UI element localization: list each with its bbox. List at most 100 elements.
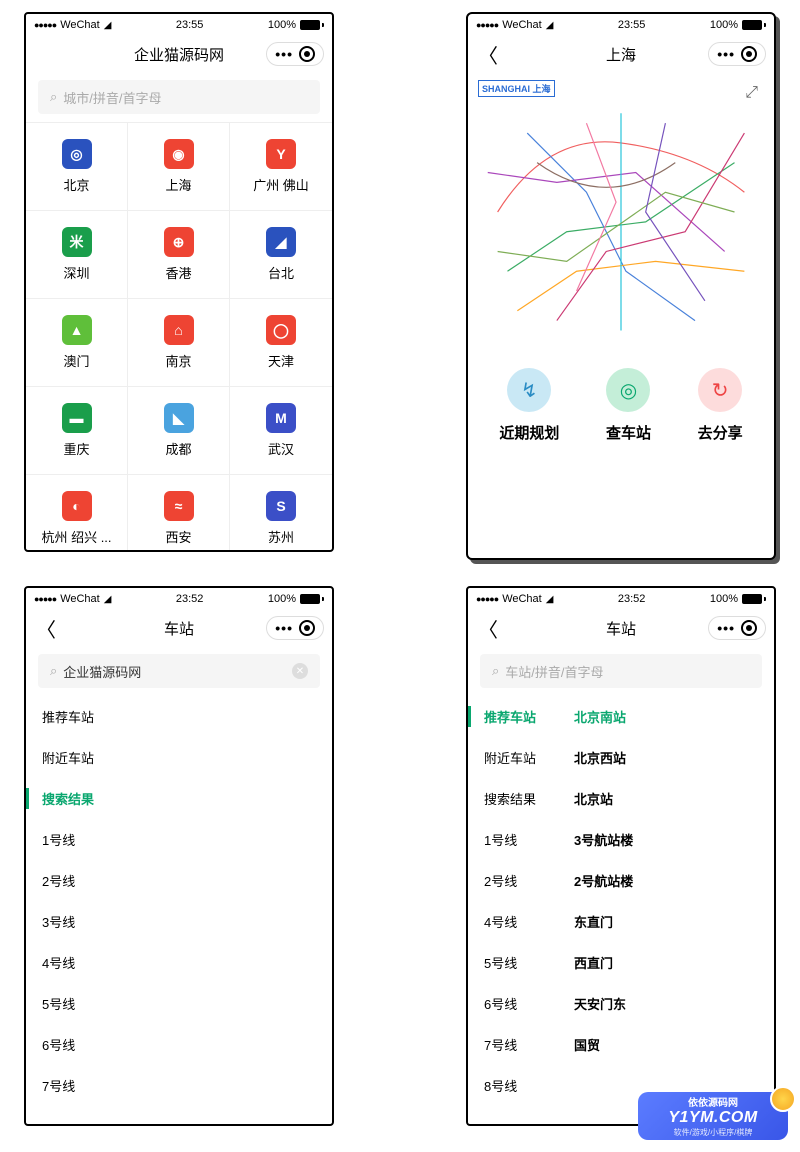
expand-icon[interactable]: ⤢: [745, 84, 758, 102]
station-row[interactable]: 6号线天安门东: [468, 983, 774, 1024]
city-cell[interactable]: S苏州: [230, 475, 332, 552]
back-button[interactable]: 〈: [478, 614, 498, 643]
city-cell[interactable]: ◉上海: [128, 123, 230, 211]
category-item[interactable]: 推荐车站: [26, 696, 332, 737]
category-label: 搜索结果: [42, 789, 94, 808]
page-title: 企业猫源码网: [134, 44, 224, 65]
category-item[interactable]: 6号线: [26, 1024, 332, 1065]
city-cell[interactable]: ▬重庆: [26, 387, 128, 475]
category-item[interactable]: 4号线: [26, 942, 332, 983]
station-row[interactable]: 4号线东直门: [468, 901, 774, 942]
station-row[interactable]: 搜索结果北京站: [468, 778, 774, 819]
more-icon[interactable]: •••: [717, 620, 735, 636]
station-row[interactable]: 1号线3号航站楼: [468, 819, 774, 860]
category-item[interactable]: 搜索结果: [26, 778, 332, 819]
search-placeholder: 车站/拼音/首字母: [505, 662, 603, 681]
city-cell[interactable]: ▲澳门: [26, 299, 128, 387]
station-row[interactable]: 推荐车站北京南站: [468, 696, 774, 737]
status-bar: ●●●●● WeChat ◢ 23:52 100%: [468, 588, 774, 610]
city-cell[interactable]: 米深圳: [26, 211, 128, 299]
search-input[interactable]: ⌕ 企业猫源码网 ✕: [38, 654, 320, 688]
city-icon: ≈: [164, 491, 194, 521]
city-cell[interactable]: ◢台北: [230, 211, 332, 299]
station-row[interactable]: 2号线2号航站楼: [468, 860, 774, 901]
city-icon: ⊕: [164, 227, 194, 257]
more-icon[interactable]: •••: [275, 620, 293, 636]
metro-map[interactable]: SHANGHAI 上海 ⤢: [468, 72, 774, 352]
category-item[interactable]: 7号线: [26, 1065, 332, 1106]
action-item[interactable]: ↯近期规划: [499, 368, 559, 443]
search-input[interactable]: ⌕ 城市/拼音/首字母: [38, 80, 320, 114]
station-list: 推荐车站北京南站附近车站北京西站搜索结果北京站1号线3号航站楼2号线2号航站楼4…: [468, 696, 774, 1106]
category-label: 7号线: [42, 1076, 75, 1095]
category-item[interactable]: 3号线: [26, 901, 332, 942]
category-item[interactable]: 2号线: [26, 860, 332, 901]
city-cell[interactable]: ⊕ 香港: [128, 211, 230, 299]
city-cell[interactable]: ◎北京: [26, 123, 128, 211]
status-time: 23:52: [176, 593, 204, 605]
category-label: 6号线: [484, 994, 574, 1013]
battery-pct: 100%: [710, 19, 738, 31]
action-icon: ↻: [698, 368, 742, 412]
city-icon: ⌂: [164, 315, 194, 345]
station-name: 天安门东: [574, 994, 626, 1013]
category-label: 5号线: [484, 953, 574, 972]
search-input[interactable]: ⌕ 车站/拼音/首字母: [480, 654, 762, 688]
category-label: 1号线: [42, 830, 75, 849]
city-label: 武汉: [268, 439, 294, 458]
more-icon[interactable]: •••: [275, 46, 293, 62]
capsule-menu[interactable]: •••: [266, 42, 324, 66]
wifi-icon: ◢: [104, 20, 112, 31]
action-item[interactable]: ◎查车站: [606, 368, 651, 443]
category-item[interactable]: 5号线: [26, 983, 332, 1024]
nav-bar: 〈 车站 •••: [468, 610, 774, 646]
station-name: 东直门: [574, 912, 613, 931]
close-target-icon[interactable]: [741, 620, 757, 636]
battery-pct: 100%: [268, 593, 296, 605]
action-item[interactable]: ↻去分享: [698, 368, 743, 443]
battery-pct: 100%: [710, 593, 738, 605]
city-cell[interactable]: Y广州 佛山: [230, 123, 332, 211]
city-label: 台北: [268, 263, 294, 282]
city-cell[interactable]: ◣成都: [128, 387, 230, 475]
battery-icon: [742, 20, 766, 30]
carrier-text: WeChat: [60, 593, 100, 605]
city-label: 香港: [165, 263, 191, 282]
close-target-icon[interactable]: [299, 620, 315, 636]
close-target-icon[interactable]: [741, 46, 757, 62]
capsule-menu[interactable]: •••: [708, 616, 766, 640]
category-label: 7号线: [484, 1035, 574, 1054]
city-label: 深圳: [63, 263, 89, 282]
signal-dots-icon: ●●●●●: [34, 20, 56, 30]
city-label: 天津: [268, 351, 294, 370]
category-label: 2号线: [42, 871, 75, 890]
capsule-menu[interactable]: •••: [708, 42, 766, 66]
station-row[interactable]: 5号线西直门: [468, 942, 774, 983]
nav-bar: 〈 上海 •••: [468, 36, 774, 72]
status-bar: ●●●●● WeChat ◢ 23:52 100%: [26, 588, 332, 610]
city-label: 重庆: [63, 439, 89, 458]
signal-dots-icon: ●●●●●: [34, 594, 56, 604]
city-cell[interactable]: ⌂南京: [128, 299, 230, 387]
city-cell[interactable]: ≈西安: [128, 475, 230, 552]
close-target-icon[interactable]: [299, 46, 315, 62]
category-item[interactable]: 附近车站: [26, 737, 332, 778]
more-icon[interactable]: •••: [717, 46, 735, 62]
city-cell[interactable]: M武汉: [230, 387, 332, 475]
signal-dots-icon: ●●●●●: [476, 20, 498, 30]
back-button[interactable]: 〈: [478, 40, 498, 69]
city-cell[interactable]: ◐ 杭州 绍兴 ...: [26, 475, 128, 552]
station-row[interactable]: 7号线国贸: [468, 1024, 774, 1065]
clear-button[interactable]: ✕: [292, 663, 308, 679]
city-icon: ◣: [164, 403, 194, 433]
back-button[interactable]: 〈: [36, 614, 56, 643]
capsule-menu[interactable]: •••: [266, 616, 324, 640]
city-icon: ◐: [62, 491, 92, 521]
watermark-badge: 依依源码网 Y1YM.COM 软件/游戏/小程序/棋牌: [638, 1092, 788, 1140]
station-name: 国贸: [574, 1035, 600, 1054]
city-label: 杭州 绍兴 ...: [41, 527, 111, 546]
station-row[interactable]: 附近车站北京西站: [468, 737, 774, 778]
category-item[interactable]: 1号线: [26, 819, 332, 860]
action-row: ↯近期规划 ◎查车站 ↻去分享: [468, 352, 774, 459]
city-cell[interactable]: ◯天津: [230, 299, 332, 387]
